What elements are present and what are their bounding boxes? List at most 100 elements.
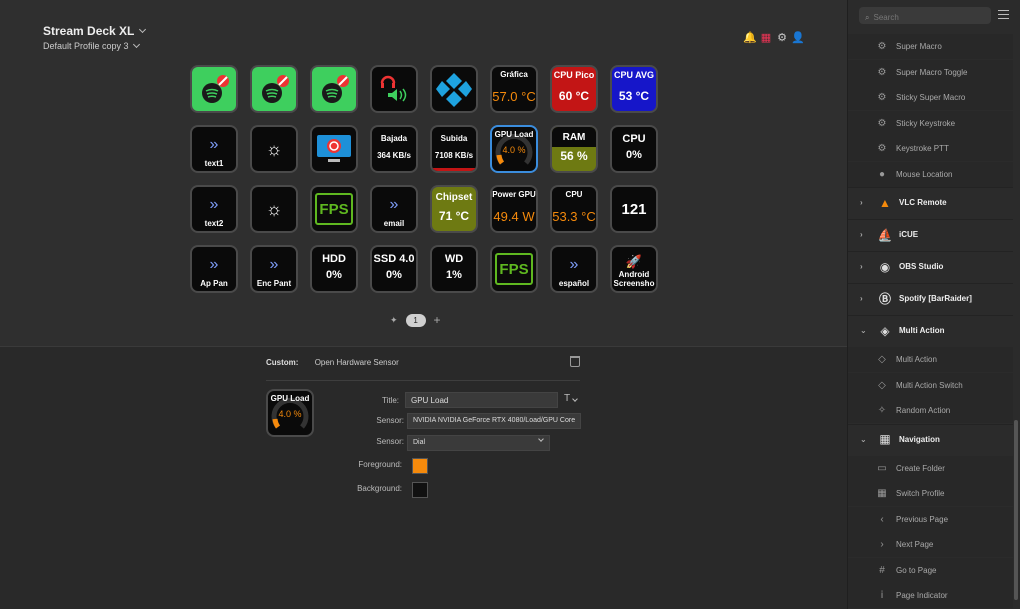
key-fps-1[interactable]: FPS (310, 185, 358, 233)
key-wd[interactable]: WD 1% (430, 245, 478, 293)
key-counter[interactable]: 121 (610, 185, 658, 233)
mouse-location-icon: ● (878, 168, 886, 180)
navigation-icon: ▦ (879, 432, 891, 446)
key-spotify-3[interactable] (310, 65, 358, 113)
forward-chevrons-icon: » (209, 256, 219, 273)
add-page-button[interactable]: + (434, 313, 441, 327)
key-bajada[interactable]: Bajada 364 KB/s (370, 125, 418, 173)
action-label: Multi Action (896, 355, 937, 364)
pin-icon[interactable]: ✦ (390, 315, 398, 326)
chevron-right-icon: › (860, 262, 863, 271)
action-label: Previous Page (896, 514, 949, 524)
trash-icon[interactable] (570, 356, 580, 367)
diamond-logo-icon (436, 73, 472, 107)
key-logo[interactable] (430, 65, 478, 113)
main-area: Stream Deck XL Default Profile copy 3 🔔 … (0, 0, 847, 609)
action-keystroke-ptt[interactable]: ⚙ Keystroke PTT (848, 136, 1013, 161)
action-label: Mouse Location (896, 169, 953, 179)
chevron-right-icon: › (860, 294, 863, 303)
action-super-macro-toggle[interactable]: ⚙ Super Macro Toggle (848, 59, 1013, 85)
category-vlc-remote[interactable]: › ▲ VLC Remote (848, 187, 1013, 217)
category-obs-studio[interactable]: › ◉ OBS Studio (848, 251, 1013, 281)
action-sticky-keystroke[interactable]: ⚙ Sticky Keystroke (848, 110, 1013, 136)
action-multi-action[interactable]: ◇ Multi Action (848, 347, 1013, 372)
key-ssd[interactable]: SSD 4.0 0% (370, 245, 418, 293)
category-spotify-barraider[interactable]: › Ⓑ Spotify [BarRaider] (848, 283, 1013, 313)
key-enc-pant[interactable]: » Enc Pant (250, 245, 298, 293)
key-chipset[interactable]: Chipset 71 °C (430, 185, 478, 233)
category-label: iCUE (899, 230, 919, 239)
search-icon: ⌕ (865, 12, 870, 22)
key-hdd[interactable]: HDD 0% (310, 245, 358, 293)
top-toolbar: 🔔 ▦ ⚙ 👤 (743, 30, 805, 44)
sensor-input[interactable]: NVIDIA NVIDIA GeForce RTX 4080/Load/GPU … (407, 413, 581, 429)
foreground-color-picker[interactable] (412, 458, 428, 474)
brightness-icon: ☼ (265, 138, 283, 159)
action-create-folder[interactable]: ▭ Create Folder (848, 455, 1013, 481)
background-color-picker[interactable] (412, 482, 428, 498)
gear-icon[interactable]: ⚙ (776, 30, 788, 44)
obs-studio-icon: ◉ (879, 259, 891, 274)
super-macro-icon: ⚙ (877, 41, 887, 52)
sensor-type-select[interactable]: Dial (407, 435, 550, 451)
key-brightness-2[interactable]: ☼ (250, 185, 298, 233)
category-multi-action[interactable]: ⌄ ◈ Multi Action (848, 315, 1013, 345)
key-subida[interactable]: Subida 7108 KB/s (430, 125, 478, 173)
action-sticky-super-macro[interactable]: ⚙ Sticky Super Macro (848, 85, 1013, 110)
fps-badge: FPS (495, 253, 533, 285)
key-cpu[interactable]: CPU 0% (610, 125, 658, 173)
profile-selector[interactable]: Default Profile copy 3 (43, 40, 140, 51)
key-ap-pan[interactable]: » Ap Pan (190, 245, 238, 293)
key-spotify-2[interactable] (250, 65, 298, 113)
chevron-down-icon (538, 436, 544, 442)
key-brightness-1[interactable]: ☼ (250, 125, 298, 173)
key-text1[interactable]: » text1 (190, 125, 238, 173)
key-audio[interactable] (370, 65, 418, 113)
action-switch-profile[interactable]: ▦ Switch Profile (848, 481, 1013, 506)
page-button[interactable]: 1 (405, 313, 426, 327)
network-graph (432, 168, 476, 171)
key-gpu-load[interactable]: GPU Load 4.0 % (490, 125, 538, 173)
key-email[interactable]: » email (370, 185, 418, 233)
multi-action-icon: ◇ (878, 354, 886, 365)
random-action-icon: ✧ (877, 405, 887, 416)
action-mouse-location[interactable]: ● Mouse Location (848, 161, 1013, 187)
title-input[interactable]: GPU Load (405, 392, 558, 408)
key-espanol[interactable]: » español (550, 245, 598, 293)
previous-page-icon: ‹ (880, 513, 884, 525)
key-power-gpu[interactable]: Power GPU 49.4 W (490, 185, 538, 233)
key-android-screenshot[interactable]: 🚀 Android Screensho (610, 245, 658, 293)
action-previous-page[interactable]: ‹ Previous Page (848, 506, 1013, 532)
scrollbar[interactable] (1014, 420, 1018, 600)
category-icue[interactable]: › ⛵ iCUE (848, 219, 1013, 249)
device-selector[interactable]: Stream Deck XL (43, 24, 147, 38)
key-cpu-avg[interactable]: CPU AVG 53 °C (610, 65, 658, 113)
text-format-icon[interactable]: T (564, 393, 578, 404)
key-fps-2[interactable]: FPS (490, 245, 538, 293)
store-icon[interactable]: ▦ (760, 30, 772, 44)
key-power[interactable] (310, 125, 358, 173)
sticky-super-macro-icon: ⚙ (877, 92, 887, 103)
action-super-macro[interactable]: ⚙ Super Macro (848, 34, 1013, 59)
key-preview[interactable]: GPU Load 4.0 % (266, 389, 314, 437)
category-navigation[interactable]: ⌄ ▦ Navigation (848, 423, 1013, 454)
user-icon[interactable]: 👤 (791, 30, 805, 44)
action-random-action[interactable]: ✧ Random Action (848, 398, 1013, 423)
action-multi-action-switch[interactable]: ◇ Multi Action Switch (848, 372, 1013, 398)
key-cpu-temp[interactable]: CPU 53.3 °C (550, 185, 598, 233)
forward-chevrons-icon: » (389, 196, 399, 213)
action-next-page[interactable]: › Next Page (848, 532, 1013, 557)
action-go-to-page[interactable]: # Go to Page (848, 557, 1013, 583)
properties-pane (0, 346, 847, 609)
key-ram[interactable]: RAM 56 % (550, 125, 598, 173)
actions-sidebar: ⌕ Search ⚙ Super Macro ⚙ Super Macro Toggle… (847, 0, 1020, 609)
list-view-icon[interactable] (998, 10, 1009, 19)
key-grafica[interactable]: Gráfica 57.0 °C (490, 65, 538, 113)
key-cpu-pico[interactable]: CPU Pico 60 °C (550, 65, 598, 113)
key-text2[interactable]: » text2 (190, 185, 238, 233)
bell-icon[interactable]: 🔔 (743, 30, 757, 44)
key-spotify-1[interactable] (190, 65, 238, 113)
action-page-indicator[interactable]: ⅰ Page Indicator (848, 583, 1013, 608)
page-indicator-icon: ⅰ (880, 590, 884, 601)
search-input[interactable]: ⌕ Search (859, 7, 991, 24)
